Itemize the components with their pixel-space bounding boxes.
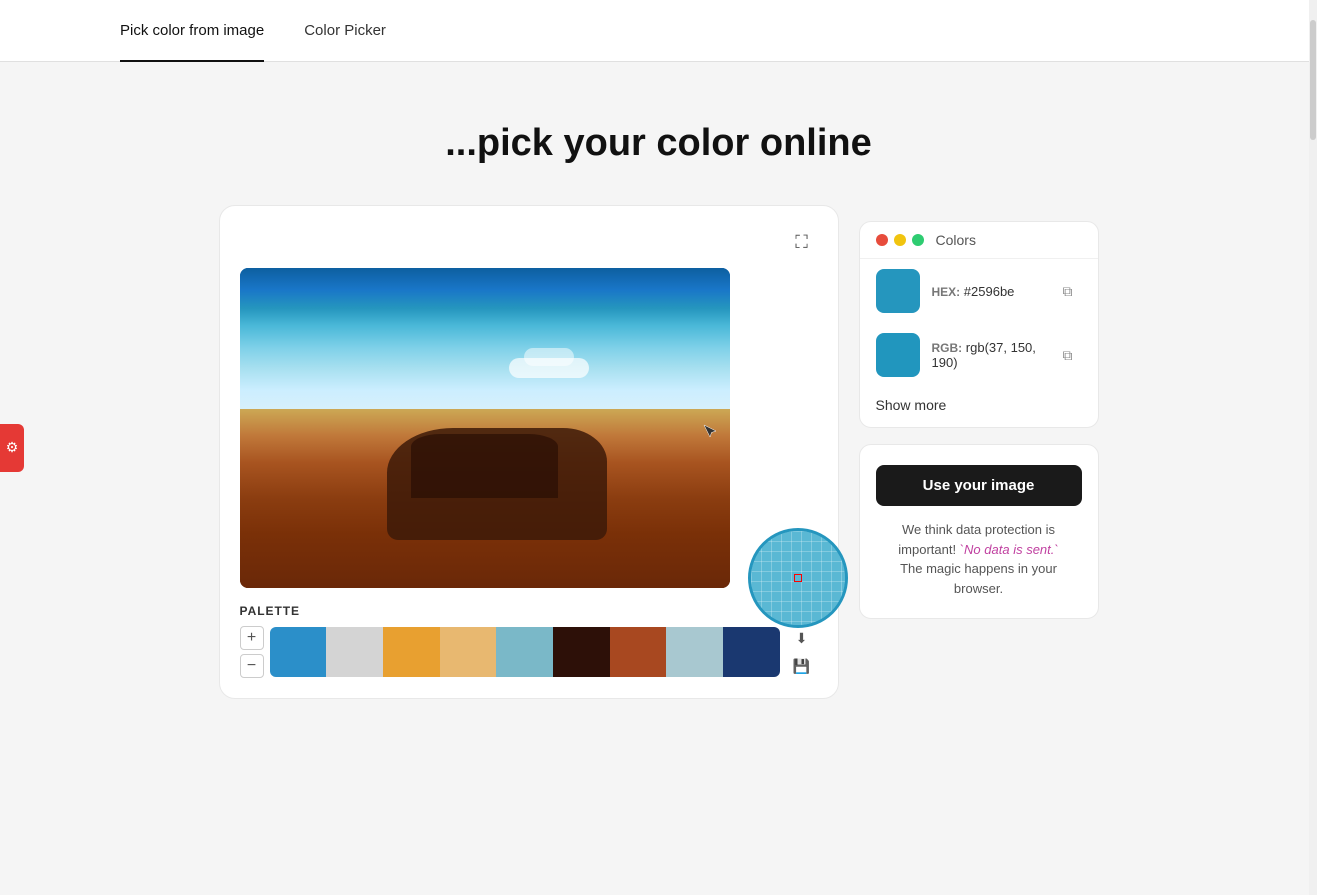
use-image-card: Use your image We think data protection … [859, 444, 1099, 619]
sky-layer [240, 268, 730, 412]
privacy-text: We think data protection is important! `… [876, 520, 1082, 598]
palette-label: PALETTE [240, 604, 818, 618]
palette-swatch-2[interactable] [326, 627, 383, 677]
show-more-link[interactable]: Show more [860, 387, 1098, 427]
palette-swatch-8[interactable] [666, 627, 723, 677]
cloud-2 [524, 348, 574, 366]
palette-actions: ⬇ 💾 [786, 626, 818, 678]
window-dot-yellow [894, 234, 906, 246]
page-wrapper: ⚙ Pick color from image Color Picker ...… [0, 0, 1317, 739]
palette-row: + − [240, 626, 818, 678]
use-image-button[interactable]: Use your image [876, 465, 1082, 506]
palette-swatch-7[interactable] [610, 627, 667, 677]
colors-card: Colors HEX: #2596be ⧉ [859, 221, 1099, 428]
palette-controls: + − [240, 626, 264, 678]
plus-icon: + [247, 629, 256, 647]
palette-swatch-9[interactable] [723, 627, 780, 677]
hex-color-preview [876, 269, 920, 313]
fullscreen-icon: ⛶ [795, 232, 808, 253]
desert-image[interactable] [240, 268, 730, 588]
tab-color-picker[interactable]: Color Picker [284, 0, 406, 62]
scrollbar[interactable] [1309, 0, 1317, 895]
scrollbar-thumb[interactable] [1310, 20, 1316, 140]
window-dot-green [912, 234, 924, 246]
save-palette-button[interactable]: 💾 [786, 654, 818, 678]
save-icon: 💾 [793, 658, 810, 675]
palette-swatch-4[interactable] [440, 627, 497, 677]
copy-hex-icon: ⧉ [1063, 283, 1073, 300]
download-palette-button[interactable]: ⬇ [786, 626, 818, 650]
privacy-link[interactable]: `No data is sent.` [960, 542, 1059, 557]
rgb-color-info: RGB: rgb(37, 150, 190) [932, 340, 1042, 370]
palette-colors [270, 627, 780, 677]
palette-swatch-6[interactable] [553, 627, 610, 677]
image-picker-card: ⛶ [219, 205, 839, 699]
right-panel: AD Colors HEX: #2596be [859, 205, 1099, 699]
remove-color-button[interactable]: − [240, 654, 264, 678]
tab-bar: Pick color from image Color Picker [0, 0, 1317, 62]
hex-color-entry: HEX: #2596be ⧉ [860, 259, 1098, 323]
window-dot-red [876, 234, 888, 246]
download-icon: ⬇ [796, 630, 808, 647]
rgb-color-entry: RGB: rgb(37, 150, 190) ⧉ [860, 323, 1098, 387]
copy-hex-button[interactable]: ⧉ [1054, 277, 1082, 305]
rgb-color-preview [876, 333, 920, 377]
page-title: ...pick your color online [0, 122, 1317, 165]
fullscreen-button[interactable]: ⛶ [786, 226, 818, 258]
palette-section: PALETTE + − [240, 604, 818, 678]
colors-title: Colors [936, 232, 976, 248]
magnifier-crosshair [794, 574, 802, 582]
add-color-button[interactable]: + [240, 626, 264, 650]
palette-swatch-1[interactable] [270, 627, 327, 677]
main-content: ⛶ [59, 205, 1259, 739]
copy-rgb-button[interactable]: ⧉ [1054, 341, 1082, 369]
copy-rgb-icon: ⧉ [1063, 347, 1073, 364]
hex-color-info: HEX: #2596be [932, 284, 1042, 299]
palette-swatch-3[interactable] [383, 627, 440, 677]
tab-pick-color[interactable]: Pick color from image [100, 0, 284, 62]
gear-icon: ⚙ [6, 439, 19, 456]
car-top [411, 434, 558, 498]
minus-icon: − [247, 657, 256, 675]
card-toolbar: ⛶ [240, 226, 818, 258]
settings-gear-button[interactable]: ⚙ [0, 424, 24, 472]
palette-swatch-5[interactable] [496, 627, 553, 677]
colors-header: Colors [860, 222, 1098, 259]
